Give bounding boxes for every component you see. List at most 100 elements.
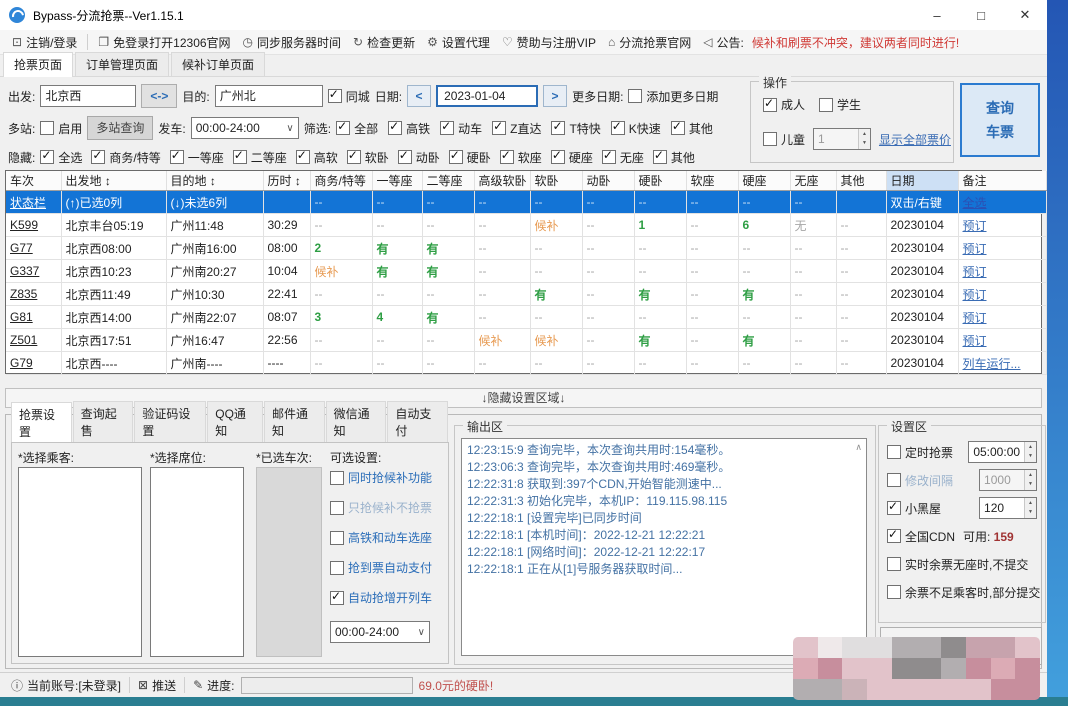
show-all-prices-link[interactable]: 显示全部票价 [879,131,951,148]
spinner-arrows[interactable]: ▲▼ [858,129,870,149]
row-action-link[interactable]: 预订 [958,237,1046,260]
checkbox-box-icon[interactable] [887,473,901,487]
spinner-up-icon[interactable]: ▲ [859,130,870,139]
child-count-spinner[interactable]: 1▲▼ [813,128,871,150]
table-row[interactable]: G337北京西10:23广州南20:2710:04候补有有-----------… [6,260,1046,283]
checkbox-option[interactable]: 自动抢增开列车 [330,589,432,606]
spinner[interactable]: 120▲▼ [979,497,1037,519]
row-action-link[interactable]: 列车运行... [958,352,1046,375]
spinner[interactable]: 1000▲▼ [979,469,1037,491]
date-input[interactable]: 2023-01-04 [436,85,538,107]
checkbox-option[interactable]: 一等座 [170,149,224,166]
settings-tab-4[interactable]: 邮件通知 [264,401,325,442]
page-tab-2[interactable]: 候补订单页面 [171,52,265,76]
swap-stations-button[interactable]: <-> [141,84,177,108]
column-header[interactable]: 其他 [836,171,886,191]
table-row[interactable]: G81北京西14:00广州南22:0708:0734有-------------… [6,306,1046,329]
spinner-down-icon[interactable]: ▼ [1025,452,1036,461]
checkbox-option[interactable]: 无座 [602,149,644,166]
toolbar-announce[interactable]: ◁公告: [703,34,744,51]
column-header[interactable]: 车次 [6,171,61,191]
search-tickets-button[interactable]: 查询 车票 [960,83,1040,157]
checkbox-box-icon[interactable] [653,150,667,164]
checkbox-box-icon[interactable] [819,98,833,112]
column-header[interactable]: 备注 [958,171,1046,191]
checkbox-box-icon[interactable] [628,89,642,103]
row-action-link[interactable]: 预订 [958,214,1046,237]
checkbox-option[interactable]: 全国CDN [887,528,955,545]
output-log[interactable]: ∧ 12:23:15:9 查询完毕，本次查询共用时:154毫秒。12:23:06… [461,438,867,656]
settings-tab-1[interactable]: 查询起售 [73,401,134,442]
checkbox-box-icon[interactable] [763,132,777,146]
train-number-link[interactable]: Z501 [6,329,61,352]
checkbox-box-icon[interactable] [330,591,344,605]
checkbox-option[interactable]: 小黑屋 [887,500,941,517]
prev-date-button[interactable]: < [407,85,431,107]
table-row[interactable]: G79北京西----广州南---------------------------… [6,352,1046,375]
train-number-link[interactable]: G77 [6,237,61,260]
settings-tab-6[interactable]: 自动支付 [387,401,448,442]
train-number-link[interactable]: Z835 [6,283,61,306]
checkbox-option[interactable]: 全选 [40,149,82,166]
selected-train-listbox[interactable] [256,467,322,657]
toolbar-sync-time[interactable]: ◷同步服务器时间 [243,34,342,51]
settings-tab-0[interactable]: 抢票设置 [11,402,72,443]
checkbox-box-icon[interactable] [602,150,616,164]
page-tab-0[interactable]: 抢票页面 [3,52,73,77]
multi-enable-checkbox[interactable]: 启用 [40,120,82,137]
spinner[interactable]: 1▲▼ [813,128,871,150]
table-row[interactable]: 状态栏(↑)已选0列(↓)未选6列--------------------双击/… [6,191,1046,214]
checkbox-box-icon[interactable] [763,98,777,112]
minimize-button[interactable]: – [915,0,959,30]
checkbox-box-icon[interactable] [330,471,344,485]
checkbox-box-icon[interactable] [887,529,901,543]
student-checkbox[interactable]: 学生 [819,96,861,113]
column-header[interactable]: 商务/特等 [310,171,372,191]
column-header[interactable]: 动卧 [582,171,634,191]
train-number-link[interactable]: K599 [6,214,61,237]
table-row[interactable]: K599北京丰台05:19广州11:4830:29--------候补--1--… [6,214,1046,237]
checkbox-box-icon[interactable] [40,121,54,135]
checkbox-option[interactable]: 其他 [653,149,695,166]
checkbox-option[interactable]: 同时抢候补功能 [330,469,432,486]
checkbox-box-icon[interactable] [887,557,901,571]
checkbox-box-icon[interactable] [500,150,514,164]
column-header[interactable]: 历时 ↕ [263,171,310,191]
table-row[interactable]: Z501北京西17:51广州16:4722:56------候补候补--有--有… [6,329,1046,352]
row-action-link[interactable]: 预订 [958,306,1046,329]
checkbox-box-icon[interactable] [170,150,184,164]
checkbox-box-icon[interactable] [330,531,344,545]
column-header[interactable]: 高级软卧 [474,171,530,191]
checkbox-box-icon[interactable] [551,150,565,164]
column-header[interactable]: 硬座 [738,171,790,191]
checkbox-box-icon[interactable] [347,150,361,164]
spinner-arrows[interactable]: ▲▼ [1024,498,1036,518]
checkbox-option[interactable]: 全部 [336,120,378,137]
push-button[interactable]: ⊠ 推送 [138,677,176,694]
checkbox-box-icon[interactable] [398,150,412,164]
settings-tab-5[interactable]: 微信通知 [326,401,387,442]
spinner-up-icon[interactable]: ▲ [1025,443,1036,452]
settings-tab-3[interactable]: QQ通知 [207,401,263,442]
checkbox-option[interactable]: 修改间隔 [887,472,953,489]
checkbox-option[interactable]: 硬卧 [449,149,491,166]
toolbar-logout-login[interactable]: ⊡注销/登录 [12,34,77,51]
train-number-link[interactable]: 状态栏 [6,191,61,214]
checkbox-option[interactable]: 商务/特等 [91,149,160,166]
from-input[interactable]: 北京西 [40,85,136,107]
checkbox-option[interactable]: 实时余票无座时,不提交 [887,556,1028,573]
child-checkbox[interactable]: 儿童 [763,131,805,148]
adult-checkbox[interactable]: 成人 [763,96,805,113]
checkbox-box-icon[interactable] [887,501,901,515]
checkbox-option[interactable]: 硬座 [551,149,593,166]
table-row[interactable]: Z835北京西11:49广州10:3022:41--------有--有--有-… [6,283,1046,306]
checkbox-box-icon[interactable] [551,121,565,135]
add-more-dates-checkbox[interactable]: 添加更多日期 [628,88,718,105]
checkbox-option[interactable]: 软座 [500,149,542,166]
checkbox-box-icon[interactable] [671,121,685,135]
checkbox-box-icon[interactable] [330,501,344,515]
column-header[interactable]: 无座 [790,171,836,191]
checkbox-option[interactable]: 其他 [671,120,713,137]
checkbox-box-icon[interactable] [336,121,350,135]
checkbox-option[interactable]: T特快 [551,120,600,137]
